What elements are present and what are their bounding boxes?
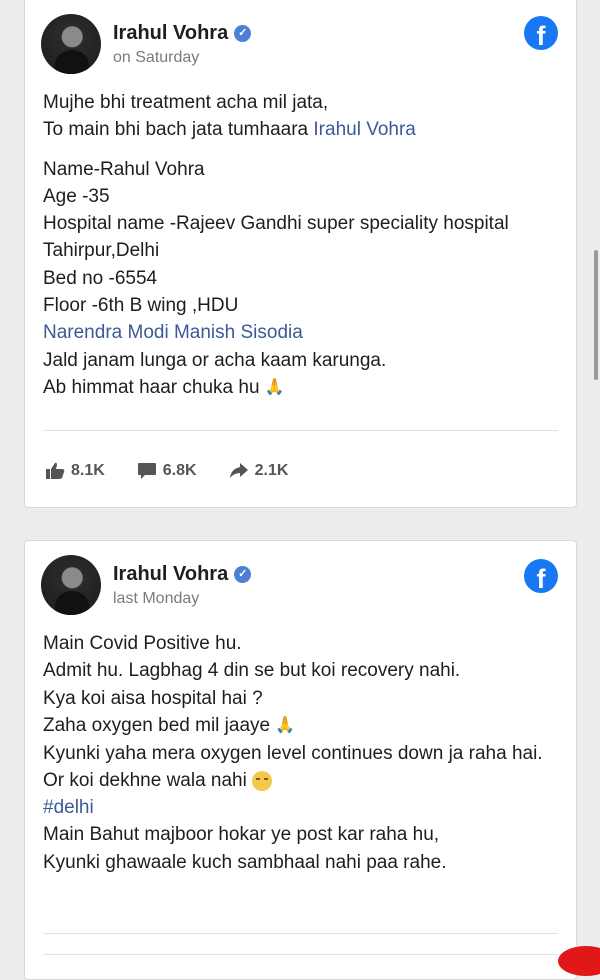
post-line: Mujhe bhi treatment acha mil jata, <box>43 92 329 113</box>
post-line: To main bhi bach jata tumhaara Irahul Vo… <box>43 116 562 143</box>
author-name[interactable]: Irahul Vohra <box>113 22 228 45</box>
verified-badge-icon: ✓ <box>234 566 252 583</box>
likes-stat[interactable]: 8.1K <box>45 462 105 480</box>
post-line-text: To main bhi bach jata tumhaara <box>43 119 314 141</box>
post-line: Main Bahut majboor hokar ye post kar rah… <box>43 824 440 846</box>
thumbs-up-icon <box>46 462 65 479</box>
post-line: Floor -6th B wing ,HDU <box>43 295 239 317</box>
post-line: Hospital name -Rajeev Gandhi super speci… <box>43 213 509 235</box>
facebook-logo-icon: f <box>524 559 558 593</box>
divider <box>43 933 558 934</box>
author-row: Irahul Vohra ✓ <box>113 563 252 586</box>
pensive-face-icon <box>252 770 273 791</box>
divider <box>43 430 558 431</box>
scrollbar-thumb[interactable] <box>594 250 598 380</box>
divider <box>43 954 558 955</box>
comments-stat[interactable]: 6.8K <box>137 462 197 480</box>
post-card: Irahul Vohra ✓ on Saturday f Mujhe bhi t… <box>24 0 577 508</box>
avatar[interactable] <box>41 14 101 74</box>
post-line-text: Zaha oxygen bed mil jaaye <box>43 714 271 736</box>
facebook-logo-icon: f <box>524 16 558 50</box>
comment-icon <box>137 463 156 479</box>
shares-count: 2.1K <box>254 462 289 479</box>
folded-hands-icon: 🙏 <box>264 379 285 397</box>
post-line: Bed no -6554 <box>43 267 158 289</box>
post-line-text: Or koi dekhne wala nahi <box>43 769 247 791</box>
author-row: Irahul Vohra ✓ <box>113 22 252 45</box>
post-line: Main Covid Positive hu. <box>43 633 242 654</box>
author-name[interactable]: Irahul Vohra <box>113 563 228 586</box>
post-line: Zaha oxygen bed mil jaaye 🙏 <box>43 712 562 740</box>
avatar[interactable] <box>41 555 101 615</box>
likes-count: 8.1K <box>71 462 105 479</box>
mention-link[interactable]: Narendra Modi Manish Sisodia <box>43 319 562 346</box>
post-line: Kyunki ghawaale kuch sambhaal nahi paa r… <box>43 851 447 873</box>
post-line: Admit hu. Lagbhag 4 din se but koi recov… <box>43 660 461 682</box>
post-text: Mujhe bhi treatment acha mil jata, To ma… <box>43 89 562 402</box>
post-line: Tahirpur,Delhi <box>43 240 160 262</box>
hashtag-link[interactable]: #delhi <box>43 794 562 821</box>
post-line-text: Ab himmat haar chuka hu <box>43 376 260 398</box>
share-arrow-icon <box>229 463 248 478</box>
post-timestamp[interactable]: last Monday <box>113 590 199 608</box>
post-line: Or koi dekhne wala nahi <box>43 767 562 794</box>
post-line: Name-Rahul Vohra <box>43 158 205 180</box>
post-line: Jald janam lunga or acha kaam karunga. <box>43 349 387 371</box>
folded-hands-icon: 🙏 <box>275 717 296 735</box>
comments-count: 6.8K <box>162 462 197 479</box>
post-line: Kyunki yaha mera oxygen level continues … <box>43 742 543 764</box>
shares-stat[interactable]: 2.1K <box>229 462 289 480</box>
mention-link[interactable]: Irahul Vohra <box>313 119 415 140</box>
post-card: Irahul Vohra ✓ last Monday f Main Covid … <box>24 540 577 980</box>
engagement-bar: 8.1K 6.8K 2.1K <box>45 462 320 480</box>
post-line: Kya koi aisa hospital hai ? <box>43 687 263 709</box>
post-line: Age -35 <box>43 185 110 207</box>
post-timestamp[interactable]: on Saturday <box>113 49 199 67</box>
post-line: Ab himmat haar chuka hu 🙏 <box>43 374 562 402</box>
post-text: Main Covid Positive hu. Admit hu. Lagbha… <box>43 630 562 876</box>
verified-badge-icon: ✓ <box>234 25 252 42</box>
